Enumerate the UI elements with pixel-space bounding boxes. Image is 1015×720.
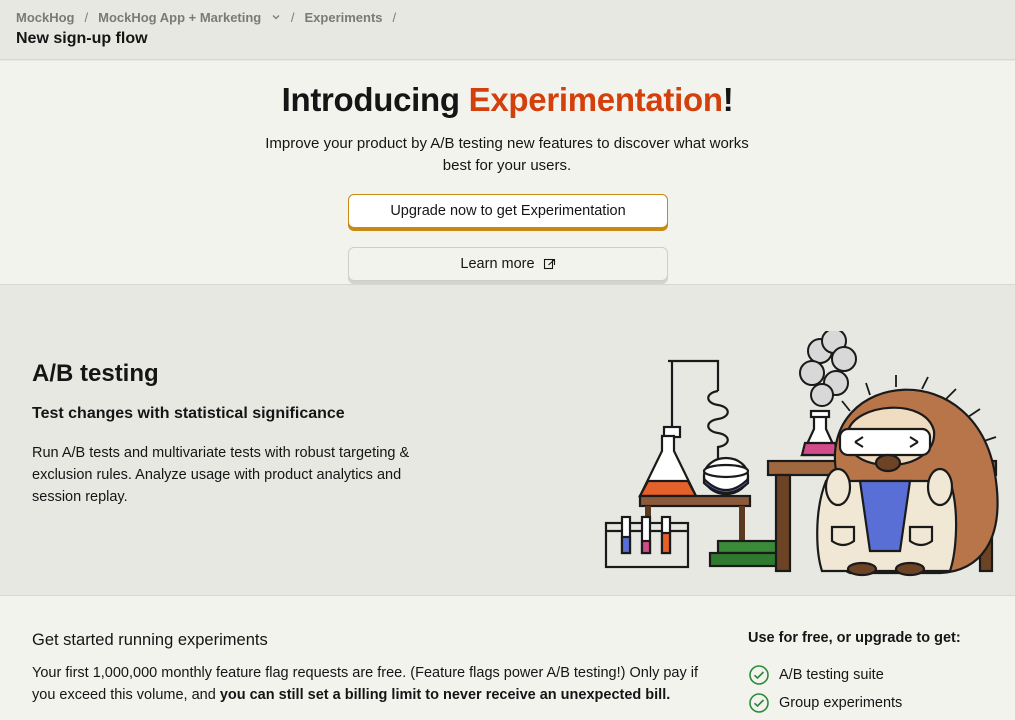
breadcrumb-separator: / [84, 10, 89, 25]
intro-section: Introducing Experimentation! Improve you… [0, 61, 1015, 285]
get-started-heading: Get started running experiments [32, 631, 268, 649]
benefit-item: Group experiments [748, 692, 902, 714]
hero-title-prefix: Introducing [281, 81, 469, 118]
hero-title: Introducing Experimentation! [0, 81, 1015, 119]
breadcrumb-separator: / [392, 10, 397, 25]
hedgehog-lab-illustration [604, 331, 999, 577]
hero-title-accent: Experimentation [468, 81, 723, 118]
breadcrumb-project[interactable]: MockHog App + Marketing [98, 10, 281, 25]
external-link-icon [543, 258, 555, 269]
benefit-label: Group experiments [779, 695, 903, 711]
breadcrumb-project-label: MockHog App + Marketing [98, 10, 262, 25]
learn-more-label: Learn more [460, 256, 535, 272]
breadcrumb-experiments[interactable]: Experiments [305, 10, 383, 25]
top-bar: MockHog / MockHog App + Marketing / Expe… [0, 0, 1015, 60]
breadcrumb-separator: / [290, 10, 295, 25]
feature-description: Run A/B tests and multivariate tests wit… [32, 445, 410, 505]
feature-title: A/B testing [32, 360, 159, 387]
benefit-item: A/B testing suite [748, 664, 884, 686]
hero-title-suffix: ! [722, 81, 734, 118]
benefit-label: A/B testing suite [779, 667, 884, 683]
breadcrumb: MockHog / MockHog App + Marketing / Expe… [16, 10, 406, 25]
breadcrumb-org[interactable]: MockHog [16, 10, 75, 25]
check-circle-icon [749, 693, 769, 713]
upgrade-benefits-heading: Use for free, or upgrade to get: [748, 630, 961, 646]
pricing-section: Get started running experiments Your fir… [0, 596, 1015, 720]
feature-section: A/B testing Test changes with statistica… [0, 285, 1015, 596]
hero-description: Improve your product by A/B testing new … [265, 135, 749, 174]
free-tier-text: Your first 1,000,000 monthly feature fla… [32, 662, 712, 706]
free-tier-bold: you can still set a billing limit to nev… [219, 687, 671, 703]
upgrade-button[interactable]: Upgrade now to get Experimentation [348, 194, 668, 228]
check-circle-icon [749, 665, 769, 685]
chevron-down-icon [272, 15, 280, 20]
feature-subtitle: Test changes with statistical significan… [32, 405, 345, 422]
learn-more-button[interactable]: Learn more [348, 247, 668, 281]
page-title: New sign-up flow [16, 30, 148, 47]
